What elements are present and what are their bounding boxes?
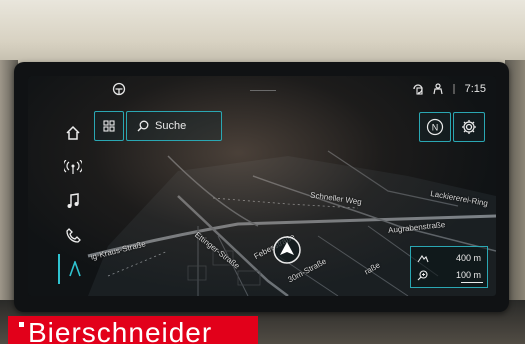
search-button[interactable]: Suche [126, 111, 222, 141]
compass-north-icon: N [426, 118, 444, 136]
gear-icon [462, 120, 476, 134]
main-menu-sidebar [58, 114, 92, 290]
photo-background-top [0, 0, 525, 70]
infotainment-screen: Schneller Weg Lackiererei-Ring Augrabens… [28, 76, 496, 296]
status-divider [250, 90, 276, 91]
map-orientation-button[interactable]: N [419, 112, 451, 142]
search-label: Suche [155, 120, 187, 132]
north-label: N [432, 123, 439, 133]
radio-icon [64, 160, 82, 174]
phone-projection-icon [412, 84, 423, 95]
search-icon [137, 120, 149, 132]
home-icon [66, 125, 80, 140]
grid-icon [103, 120, 115, 132]
zoom-row: 100 m [411, 267, 487, 283]
sidebar-item-radio[interactable] [58, 152, 88, 182]
car-icon [112, 82, 126, 96]
status-bar: 7:15 [28, 76, 496, 102]
altitude-row: 400 m [411, 250, 487, 266]
status-icons: 7:15 [412, 82, 486, 96]
zoom-scale-value: 100 m [455, 270, 481, 280]
sidebar-item-media[interactable] [58, 186, 88, 216]
music-note-icon [67, 193, 79, 208]
clock: 7:15 [464, 83, 486, 95]
map-settings-button[interactable] [453, 112, 485, 142]
map-scale-panel[interactable]: 400 m 100 m [410, 246, 488, 288]
zoom-icon [417, 269, 428, 280]
grid-menu-button[interactable] [94, 111, 124, 141]
vehicle-position-icon [273, 236, 301, 264]
phone-icon [65, 227, 81, 243]
banner-dot [19, 322, 24, 327]
sidebar-item-phone[interactable] [58, 220, 88, 250]
navigation-icon [69, 261, 81, 277]
signal-icon [452, 84, 455, 94]
altitude-value: 400 m [455, 253, 481, 263]
dealer-banner: Bierschneider [8, 316, 258, 344]
banner-text: Bierschneider [28, 317, 213, 344]
scale-bar [461, 282, 483, 283]
sidebar-item-navigation[interactable] [58, 254, 90, 284]
sidebar-item-home[interactable] [58, 118, 88, 148]
person-icon [432, 83, 443, 95]
mountain-icon [417, 255, 429, 263]
